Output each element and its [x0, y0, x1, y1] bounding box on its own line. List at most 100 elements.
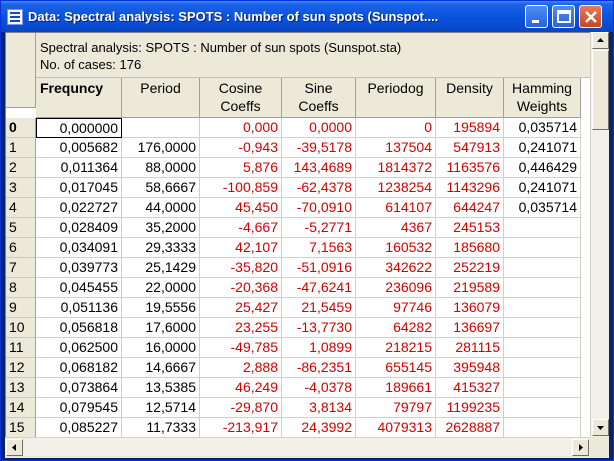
- row-header[interactable]: 6: [6, 238, 36, 258]
- column-header-freq[interactable]: Frequncy: [36, 78, 122, 118]
- cell-cos[interactable]: 42,107: [200, 238, 282, 258]
- cell-freq[interactable]: 0,005682: [36, 138, 122, 158]
- row-header[interactable]: 13: [6, 378, 36, 398]
- cell-den[interactable]: 1199235: [436, 398, 504, 418]
- cell-per[interactable]: 19,5556: [122, 298, 200, 318]
- cell-ham[interactable]: [504, 378, 581, 398]
- cell-ham[interactable]: [504, 238, 581, 258]
- cell-sin[interactable]: -13,7730: [282, 318, 356, 338]
- cell-freq[interactable]: 0,034091: [36, 238, 122, 258]
- cell-den[interactable]: 245153: [436, 218, 504, 238]
- cell-den[interactable]: 252219: [436, 258, 504, 278]
- cell-per[interactable]: 11,7333: [122, 418, 200, 437]
- cell-ham[interactable]: 0,241071: [504, 178, 581, 198]
- cell-sin[interactable]: 7,1563: [282, 238, 356, 258]
- cell-pg[interactable]: 218215: [356, 338, 436, 358]
- cell-freq[interactable]: 0,073864: [36, 378, 122, 398]
- cell-sin[interactable]: 0,0000: [282, 118, 356, 138]
- cell-per[interactable]: 58,6667: [122, 178, 200, 198]
- row-header[interactable]: 0: [6, 118, 36, 138]
- cell-pg[interactable]: 189661: [356, 378, 436, 398]
- cell-cos[interactable]: 25,427: [200, 298, 282, 318]
- cell-pg[interactable]: 342622: [356, 258, 436, 278]
- cell-per[interactable]: 14,6667: [122, 358, 200, 378]
- cell-ham[interactable]: 0,241071: [504, 138, 581, 158]
- cell-sin[interactable]: -70,0910: [282, 198, 356, 218]
- column-header-cos[interactable]: Cosine Coeffs: [200, 78, 282, 118]
- cell-pg[interactable]: 79797: [356, 398, 436, 418]
- cell-freq[interactable]: 0,056818: [36, 318, 122, 338]
- cell-cos[interactable]: 0,000: [200, 118, 282, 138]
- cell-pg[interactable]: 64282: [356, 318, 436, 338]
- cell-ham[interactable]: 0,035714: [504, 118, 581, 138]
- cell-freq[interactable]: 0,017045: [36, 178, 122, 198]
- column-header-pg[interactable]: Periodog: [356, 78, 436, 118]
- cell-freq[interactable]: 0,000000: [36, 118, 122, 138]
- cell-den[interactable]: 1163576: [436, 158, 504, 178]
- cell-ham[interactable]: [504, 278, 581, 298]
- column-header-per[interactable]: Period: [122, 78, 200, 118]
- cell-ham[interactable]: 0,035714: [504, 198, 581, 218]
- cell-cos[interactable]: -0,943: [200, 138, 282, 158]
- data-grid[interactable]: Spectral analysis: SPOTS : Number of sun…: [5, 32, 590, 437]
- cell-freq[interactable]: 0,039773: [36, 258, 122, 278]
- vertical-scrollbar[interactable]: [590, 32, 609, 437]
- cell-sin[interactable]: -62,4378: [282, 178, 356, 198]
- cell-ham[interactable]: [504, 218, 581, 238]
- cell-ham[interactable]: [504, 298, 581, 318]
- cell-cos[interactable]: -49,785: [200, 338, 282, 358]
- maximize-button[interactable]: [552, 5, 575, 28]
- cell-cos[interactable]: -29,870: [200, 398, 282, 418]
- scroll-right-button[interactable]: [572, 439, 589, 456]
- cell-per[interactable]: 25,1429: [122, 258, 200, 278]
- size-grip[interactable]: [590, 437, 609, 456]
- cell-per[interactable]: 44,0000: [122, 198, 200, 218]
- cell-cos[interactable]: -35,820: [200, 258, 282, 278]
- title-bar[interactable]: Data: Spectral analysis: SPOTS : Number …: [1, 1, 613, 32]
- cell-cos[interactable]: 45,450: [200, 198, 282, 218]
- column-header-ham[interactable]: Hamming Weights: [504, 78, 581, 118]
- cell-per[interactable]: 17,6000: [122, 318, 200, 338]
- cell-pg[interactable]: 4367: [356, 218, 436, 238]
- cell-sin[interactable]: -4,0378: [282, 378, 356, 398]
- cell-freq[interactable]: 0,079545: [36, 398, 122, 418]
- row-header[interactable]: 7: [6, 258, 36, 278]
- cell-ham[interactable]: [504, 358, 581, 378]
- cell-sin[interactable]: 1,0899: [282, 338, 356, 358]
- cell-den[interactable]: 219589: [436, 278, 504, 298]
- cell-den[interactable]: 281115: [436, 338, 504, 358]
- cell-freq[interactable]: 0,062500: [36, 338, 122, 358]
- cell-freq[interactable]: 0,051136: [36, 298, 122, 318]
- row-header[interactable]: 12: [6, 358, 36, 378]
- cell-ham[interactable]: [504, 398, 581, 418]
- cell-pg[interactable]: 137504: [356, 138, 436, 158]
- cell-per[interactable]: 16,0000: [122, 338, 200, 358]
- cell-per[interactable]: 29,3333: [122, 238, 200, 258]
- cell-sin[interactable]: 3,8134: [282, 398, 356, 418]
- cell-ham[interactable]: [504, 318, 581, 338]
- cell-sin[interactable]: -51,0916: [282, 258, 356, 278]
- scroll-up-button[interactable]: [592, 32, 609, 49]
- cell-den[interactable]: 1143296: [436, 178, 504, 198]
- cell-per[interactable]: 13,5385: [122, 378, 200, 398]
- cell-sin[interactable]: -39,5178: [282, 138, 356, 158]
- minimize-button[interactable]: [525, 5, 548, 28]
- cell-per[interactable]: 88,0000: [122, 158, 200, 178]
- cell-freq[interactable]: 0,045455: [36, 278, 122, 298]
- cell-sin[interactable]: -5,2771: [282, 218, 356, 238]
- vertical-scroll-thumb[interactable]: [592, 50, 609, 130]
- cell-pg[interactable]: 236096: [356, 278, 436, 298]
- row-header[interactable]: 11: [6, 338, 36, 358]
- row-header[interactable]: 2: [6, 158, 36, 178]
- row-header[interactable]: 4: [6, 198, 36, 218]
- grid-corner[interactable]: [6, 33, 36, 108]
- row-header[interactable]: 14: [6, 398, 36, 418]
- row-header[interactable]: 10: [6, 318, 36, 338]
- cell-pg[interactable]: 1238254: [356, 178, 436, 198]
- cell-cos[interactable]: 46,249: [200, 378, 282, 398]
- row-header[interactable]: 15: [6, 418, 36, 437]
- cell-cos[interactable]: -100,859: [200, 178, 282, 198]
- cell-ham[interactable]: [504, 258, 581, 278]
- cell-den[interactable]: 547913: [436, 138, 504, 158]
- cell-cos[interactable]: 23,255: [200, 318, 282, 338]
